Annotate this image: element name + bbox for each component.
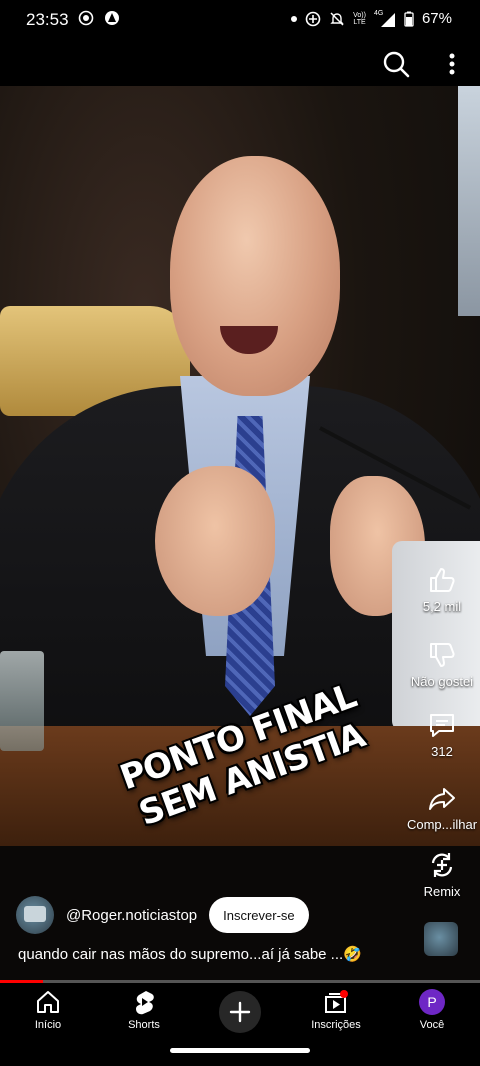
comment-count: 312 bbox=[431, 744, 453, 759]
dislike-button[interactable]: Não gostei bbox=[402, 640, 480, 689]
left-hand bbox=[155, 466, 275, 616]
remix-button[interactable]: Remix bbox=[402, 850, 480, 899]
nav-home-label: Início bbox=[34, 1019, 62, 1031]
background-panel bbox=[458, 86, 480, 316]
dislike-label: Não gostei bbox=[410, 674, 474, 689]
subscriptions-icon bbox=[325, 990, 348, 1013]
dot-icon bbox=[291, 15, 298, 22]
share-icon bbox=[429, 788, 455, 810]
like-button[interactable]: 5,2 mil bbox=[402, 565, 480, 614]
signal-icon bbox=[380, 12, 395, 27]
status-time: 23:53 bbox=[26, 10, 69, 29]
like-count: 5,2 mil bbox=[422, 599, 462, 614]
share-button[interactable]: Comp...ilhar bbox=[402, 783, 480, 832]
home-indicator[interactable] bbox=[170, 1048, 310, 1053]
comment-icon bbox=[430, 714, 454, 737]
video-player[interactable]: PONTO FINAL SEM ANISTIA bbox=[0, 86, 480, 982]
volte-indicator: Vo)) LTE bbox=[353, 11, 366, 26]
more-vert-icon bbox=[449, 53, 455, 75]
more-options-button[interactable] bbox=[440, 48, 464, 80]
subscribe-button[interactable]: Inscrever-se bbox=[209, 897, 309, 933]
battery-icon bbox=[404, 11, 414, 27]
water-glass bbox=[0, 651, 44, 751]
battery-percent: 67% bbox=[421, 10, 452, 27]
person-head bbox=[170, 156, 340, 396]
top-app-bar bbox=[0, 38, 480, 88]
sound-thumbnail[interactable] bbox=[424, 922, 458, 956]
share-label: Comp...ilhar bbox=[406, 817, 478, 832]
nav-shorts[interactable]: Shorts bbox=[104, 989, 184, 1031]
app-notification-icon bbox=[105, 11, 119, 25]
nav-subscriptions-label: Inscrições bbox=[311, 1019, 361, 1031]
thumbs-up-icon bbox=[430, 568, 455, 592]
record-icon bbox=[78, 10, 94, 26]
home-icon bbox=[37, 991, 59, 1013]
profile-avatar: P bbox=[419, 989, 445, 1015]
comments-button[interactable]: 312 bbox=[402, 710, 480, 759]
remix-label: Remix bbox=[423, 884, 461, 899]
channel-name[interactable]: @Roger.noticiastop bbox=[66, 907, 197, 924]
nav-home[interactable]: Início bbox=[8, 989, 88, 1031]
nav-shorts-label: Shorts bbox=[128, 1019, 160, 1031]
channel-row: @Roger.noticiastop Inscrever-se bbox=[16, 893, 309, 937]
mute-icon bbox=[330, 11, 344, 26]
remix-icon bbox=[431, 853, 453, 877]
shorts-icon bbox=[136, 991, 154, 1015]
create-button[interactable] bbox=[219, 991, 261, 1033]
bottom-navigation: Início Shorts Inscrições P Você bbox=[0, 983, 480, 1066]
plus-icon bbox=[229, 1001, 251, 1023]
thumbs-down-icon bbox=[430, 643, 455, 667]
signal-indicator: 4G bbox=[374, 10, 396, 27]
nav-subscriptions[interactable]: Inscrições bbox=[296, 989, 376, 1031]
nav-you-label: Você bbox=[419, 1019, 445, 1031]
search-button[interactable] bbox=[380, 48, 412, 80]
status-bar: 23:53 Vo)) LTE 4G 67% bbox=[0, 0, 480, 38]
data-saver-icon bbox=[305, 11, 321, 26]
nav-you[interactable]: P Você bbox=[392, 989, 472, 1031]
video-description[interactable]: quando cair nas mãos do supremo...aí já … bbox=[18, 945, 362, 963]
channel-avatar[interactable] bbox=[16, 896, 54, 934]
search-icon bbox=[383, 51, 410, 78]
